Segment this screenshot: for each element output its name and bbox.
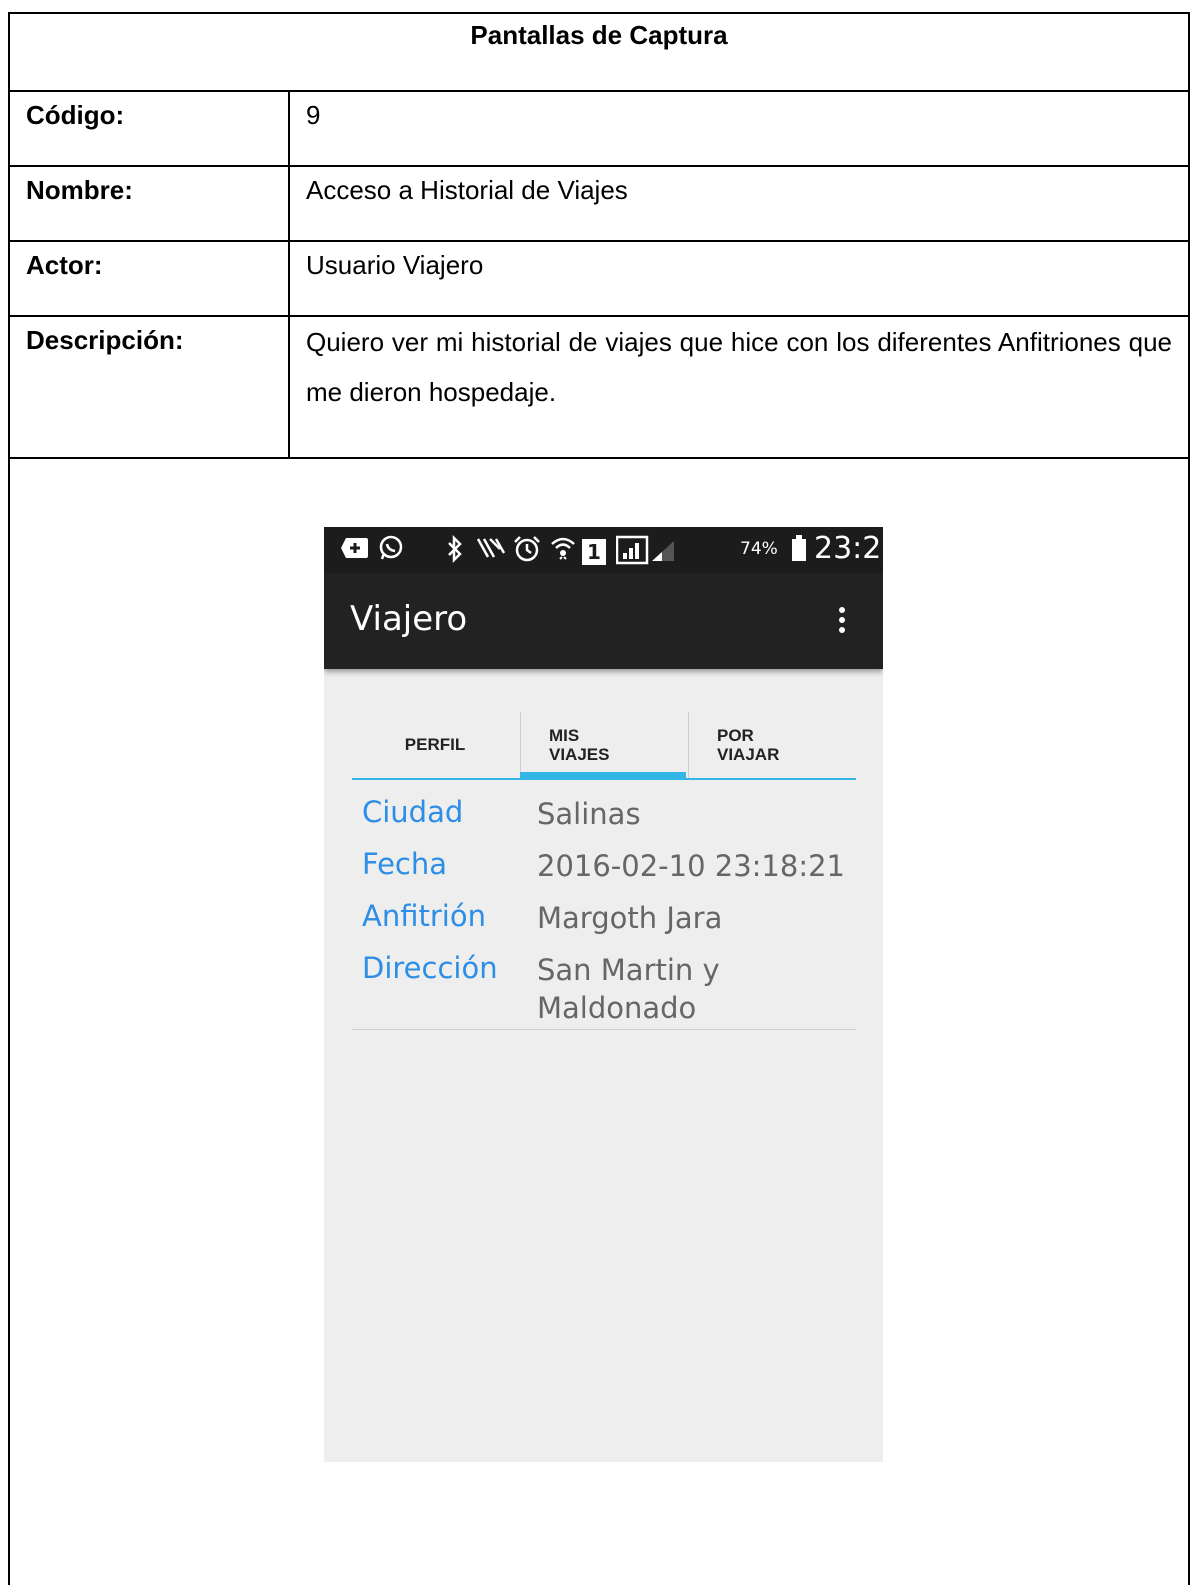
descripcion-value: Quiero ver mi historial de viajes que hi…: [306, 327, 1172, 407]
tab-mis-viajes-label-wrap: MIS VIAJES: [549, 726, 609, 764]
direccion-label: Dirección: [362, 951, 498, 985]
battery-icon: [792, 535, 806, 561]
signal-icon: [615, 535, 680, 572]
nombre-value: Acceso a Historial de Viajes: [306, 175, 628, 205]
tab-mis-viajes-line2: VIAJES: [549, 745, 610, 764]
tab-por-viajar-label-wrap: POR VIAJAR: [717, 726, 779, 764]
tab-mis-viajes-line1: MIS: [549, 726, 580, 745]
phone-screenshot: 1 74% 23:26 Viajero PERFIL MISVIAJES POR…: [324, 527, 883, 1462]
codigo-row: Código: 9: [10, 92, 1188, 167]
descripcion-cell: Quiero ver mi historial de viajes que hi…: [290, 317, 1188, 457]
title-row: Pantallas de Captura: [10, 14, 1188, 92]
ciudad-row: Ciudad Salinas: [362, 795, 856, 847]
tab-perfil[interactable]: PERFIL: [352, 712, 518, 778]
alarm-icon: [512, 535, 542, 570]
ciudad-label: Ciudad: [362, 795, 464, 829]
actor-value: Usuario Viajero: [306, 250, 484, 280]
tab-mis-viajes[interactable]: MIS VIAJES: [520, 712, 687, 778]
tab-por-viajar[interactable]: POR VIAJAR: [688, 712, 857, 778]
list-divider: [352, 1029, 856, 1030]
tab-bar: PERFIL MIS VIAJES POR VIAJAR: [352, 712, 856, 780]
anfitrion-label: Anfitrión: [362, 899, 486, 933]
tab-por-viajar-line1: POR: [717, 726, 754, 745]
anfitrion-row: Anfitrión Margoth Jara: [362, 899, 856, 951]
actor-label: Actor:: [10, 242, 290, 315]
tab-por-viajar-line2: VIAJAR: [717, 745, 780, 764]
tab-perfil-label: PERFIL: [404, 735, 466, 754]
add-icon: [340, 535, 370, 568]
sim-icon: 1: [582, 536, 606, 566]
document-title: Pantallas de Captura: [470, 20, 728, 50]
codigo-value: 9: [306, 100, 321, 130]
selected-tab-indicator: [520, 772, 686, 780]
app-title: Viajero: [350, 599, 468, 639]
app-bar: Viajero: [324, 573, 883, 669]
direccion-line2: Maldonado: [537, 991, 697, 1025]
descripcion-label: Descripción:: [10, 317, 290, 457]
clock: 23:26: [814, 531, 883, 566]
descripcion-row: Descripción: Quiero ver mi historial de …: [10, 317, 1188, 459]
direccion-row: Dirección San Martin y Maldonado: [362, 951, 856, 1031]
ciudad-value: Salinas: [537, 797, 641, 831]
nombre-row: Nombre: Acceso a Historial de Viajes: [10, 167, 1188, 242]
nfc-icon: [476, 535, 506, 568]
sim-number: 1: [582, 539, 606, 565]
direccion-line1: San Martin y: [537, 953, 720, 987]
status-bar: 1 74% 23:26: [324, 527, 883, 573]
fecha-value: 2016-02-10 23:18:21: [537, 849, 845, 883]
wifi-icon: [550, 535, 576, 570]
more-vert-icon[interactable]: [837, 607, 847, 637]
actor-row: Actor: Usuario Viajero: [10, 242, 1188, 317]
direccion-value: San Martin y Maldonado: [537, 951, 720, 1027]
fecha-row: Fecha 2016-02-10 23:18:21: [362, 847, 856, 899]
whatsapp-icon: [378, 535, 404, 568]
codigo-label: Código:: [10, 92, 290, 165]
fecha-label: Fecha: [362, 847, 448, 881]
battery-percent: 74%: [740, 539, 778, 559]
nombre-label: Nombre:: [10, 167, 290, 240]
trip-details: Ciudad Salinas Fecha 2016-02-10 23:18:21…: [362, 795, 856, 1031]
anfitrion-value: Margoth Jara: [537, 901, 723, 935]
bluetooth-icon: [446, 534, 464, 570]
